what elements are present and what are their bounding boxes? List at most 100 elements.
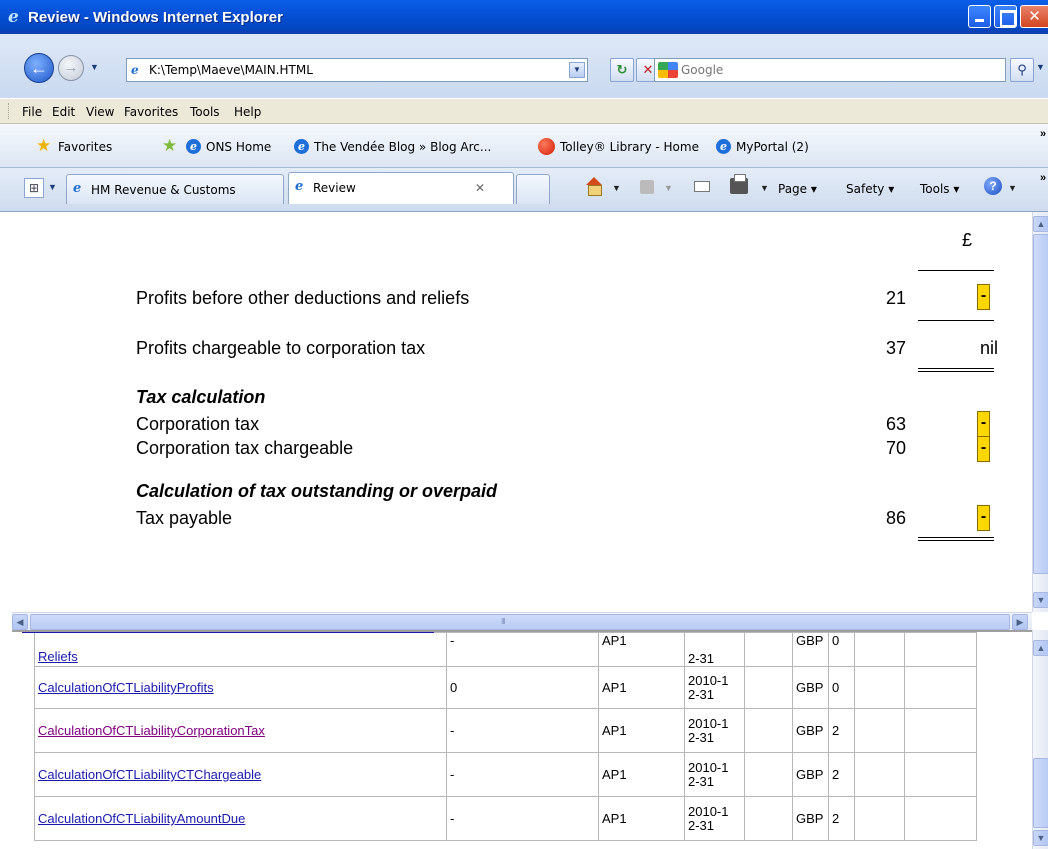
value-box[interactable]: -: [977, 411, 990, 437]
value-box[interactable]: -: [977, 436, 990, 462]
fact-link[interactable]: CalculationOfCTLiabilityAmountDue: [38, 811, 245, 826]
address-dropdown-icon[interactable]: ▼: [569, 62, 585, 78]
date-line: 2010-1: [688, 759, 729, 775]
search-input[interactable]: [681, 61, 981, 79]
minimize-button[interactable]: [968, 5, 991, 28]
search-button[interactable]: ⚲: [1010, 58, 1034, 82]
date-line: 2010-1: [688, 715, 729, 731]
menu-help[interactable]: Help: [234, 105, 261, 119]
ie-page-icon: e: [73, 181, 82, 196]
help-dropdown-icon[interactable]: ▼: [1008, 183, 1017, 193]
history-dropdown-icon[interactable]: ▼: [90, 62, 99, 72]
tab-label: HM Revenue & Customs: [91, 183, 236, 197]
search-options-icon[interactable]: ▼: [1036, 62, 1045, 72]
chevron-right-icon[interactable]: »: [1040, 172, 1046, 184]
fact-link[interactable]: Reliefs: [38, 649, 78, 664]
chevron-right-icon[interactable]: »: [1040, 128, 1046, 140]
home-dropdown-icon[interactable]: ▼: [612, 183, 621, 193]
favorite-link-vendee-blog[interactable]: The Vendée Blog » Blog Arc...: [314, 140, 491, 154]
decimals-cell: 0: [828, 632, 855, 667]
tab-review[interactable]: e Review ✕: [288, 172, 514, 204]
safety-menu-button[interactable]: Safety ▾: [846, 182, 894, 196]
address-bar[interactable]: e ▼: [126, 58, 588, 82]
scroll-up-icon[interactable]: ▲: [1033, 640, 1048, 656]
tools-menu-button[interactable]: Tools ▾: [920, 182, 959, 196]
menu-favorites[interactable]: Favorites: [124, 105, 178, 119]
upper-vertical-scrollbar[interactable]: ▲ ▼: [1032, 212, 1048, 612]
period-cell: AP1: [598, 796, 685, 841]
print-dropdown-icon[interactable]: ▼: [760, 183, 769, 193]
close-tab-icon[interactable]: ✕: [475, 181, 485, 195]
scroll-thumb[interactable]: [1033, 234, 1048, 574]
home-icon[interactable]: [584, 176, 604, 196]
refresh-button[interactable]: ↻: [610, 58, 634, 82]
scroll-right-icon[interactable]: ▶: [1012, 614, 1028, 630]
arrow-right-icon: →: [63, 59, 79, 76]
maximize-button[interactable]: [994, 5, 1017, 28]
row-ref: 86: [885, 508, 906, 528]
close-button[interactable]: ✕: [1020, 5, 1048, 28]
value-box[interactable]: -: [977, 505, 990, 531]
back-button[interactable]: ←: [24, 53, 54, 83]
currency-cell: GBP: [792, 666, 829, 709]
favorite-link-tolley[interactable]: Tolley® Library - Home: [560, 140, 699, 154]
add-favorite-icon[interactable]: ★: [162, 136, 177, 156]
scroll-thumb[interactable]: [1033, 758, 1048, 828]
tab-hm-revenue[interactable]: e HM Revenue & Customs: [66, 174, 284, 204]
fact-link[interactable]: CalculationOfCTLiabilityCorporationTax: [38, 723, 265, 738]
stop-icon: ✕: [642, 62, 654, 77]
scroll-down-icon[interactable]: ▼: [1033, 830, 1048, 846]
name-cell: CalculationOfCTLiabilityCTChargeable: [34, 752, 447, 797]
menu-file[interactable]: File: [22, 105, 42, 119]
grid-icon: ⊞: [28, 181, 40, 195]
menu-bar: File Edit View Favorites Tools Help: [0, 98, 1048, 124]
currency-cell: GBP: [792, 796, 829, 841]
mail-icon[interactable]: [694, 181, 710, 192]
scroll-up-icon[interactable]: ▲: [1033, 216, 1048, 232]
print-icon[interactable]: [730, 174, 748, 194]
search-box[interactable]: [654, 58, 1006, 82]
fact-link[interactable]: CalculationOfCTLiabilityCTChargeable: [38, 767, 261, 782]
empty-cell: [744, 666, 793, 709]
row-ref: 21: [885, 288, 906, 308]
horizontal-scroll-thumb[interactable]: [30, 614, 1010, 630]
lower-vertical-scrollbar[interactable]: ▲ ▼: [1032, 630, 1048, 849]
date-line: 2-31: [688, 773, 715, 789]
empty-cell: [744, 708, 793, 753]
empty-cell: [904, 708, 977, 753]
forward-button[interactable]: →: [58, 55, 84, 81]
feeds-dropdown-icon[interactable]: ▼: [664, 183, 673, 193]
favorites-star-icon: ★: [36, 136, 52, 155]
row-label: Tax payable: [136, 508, 233, 528]
currency-cell: GBP: [792, 752, 829, 797]
new-tab-button[interactable]: [516, 174, 550, 204]
horizontal-scrollbar[interactable]: ◀ ▶: [12, 612, 1032, 630]
scroll-left-icon[interactable]: ◀: [12, 614, 28, 630]
date-line: 2-31: [688, 817, 715, 833]
favorites-button[interactable]: Favorites: [58, 140, 112, 154]
empty-cell: [854, 632, 905, 667]
menu-view[interactable]: View: [86, 105, 114, 119]
feeds-icon[interactable]: [640, 180, 654, 194]
favorite-link-ons[interactable]: ONS Home: [206, 140, 271, 154]
favorite-link-myportal[interactable]: MyPortal (2): [736, 140, 809, 154]
scroll-down-icon[interactable]: ▼: [1033, 592, 1048, 608]
address-input[interactable]: [149, 61, 549, 79]
page-menu-button[interactable]: Page ▾: [778, 182, 817, 196]
date-line: 2-31: [688, 729, 715, 745]
quick-tabs-button[interactable]: ⊞: [24, 178, 44, 198]
row-label: Profits before other deductions and reli…: [136, 288, 470, 308]
title-bar[interactable]: e Review - Windows Internet Explorer ✕: [0, 0, 1048, 34]
rule: [918, 320, 994, 321]
date-line: 2-31: [688, 686, 715, 702]
menu-tools[interactable]: Tools: [190, 105, 220, 119]
value-box[interactable]: -: [977, 284, 990, 310]
section-heading: Calculation of tax outstanding or overpa…: [136, 481, 498, 501]
truncated-link-underline: [22, 632, 434, 633]
menu-edit[interactable]: Edit: [52, 105, 75, 119]
name-cell: CalculationOfCTLiabilityCorporationTax: [34, 708, 447, 753]
help-icon[interactable]: ?: [984, 177, 1002, 195]
tab-list-dropdown-icon[interactable]: ▼: [48, 182, 57, 192]
fact-link[interactable]: CalculationOfCTLiabilityProfits: [38, 680, 214, 695]
ie-logo-icon: e: [8, 7, 19, 27]
